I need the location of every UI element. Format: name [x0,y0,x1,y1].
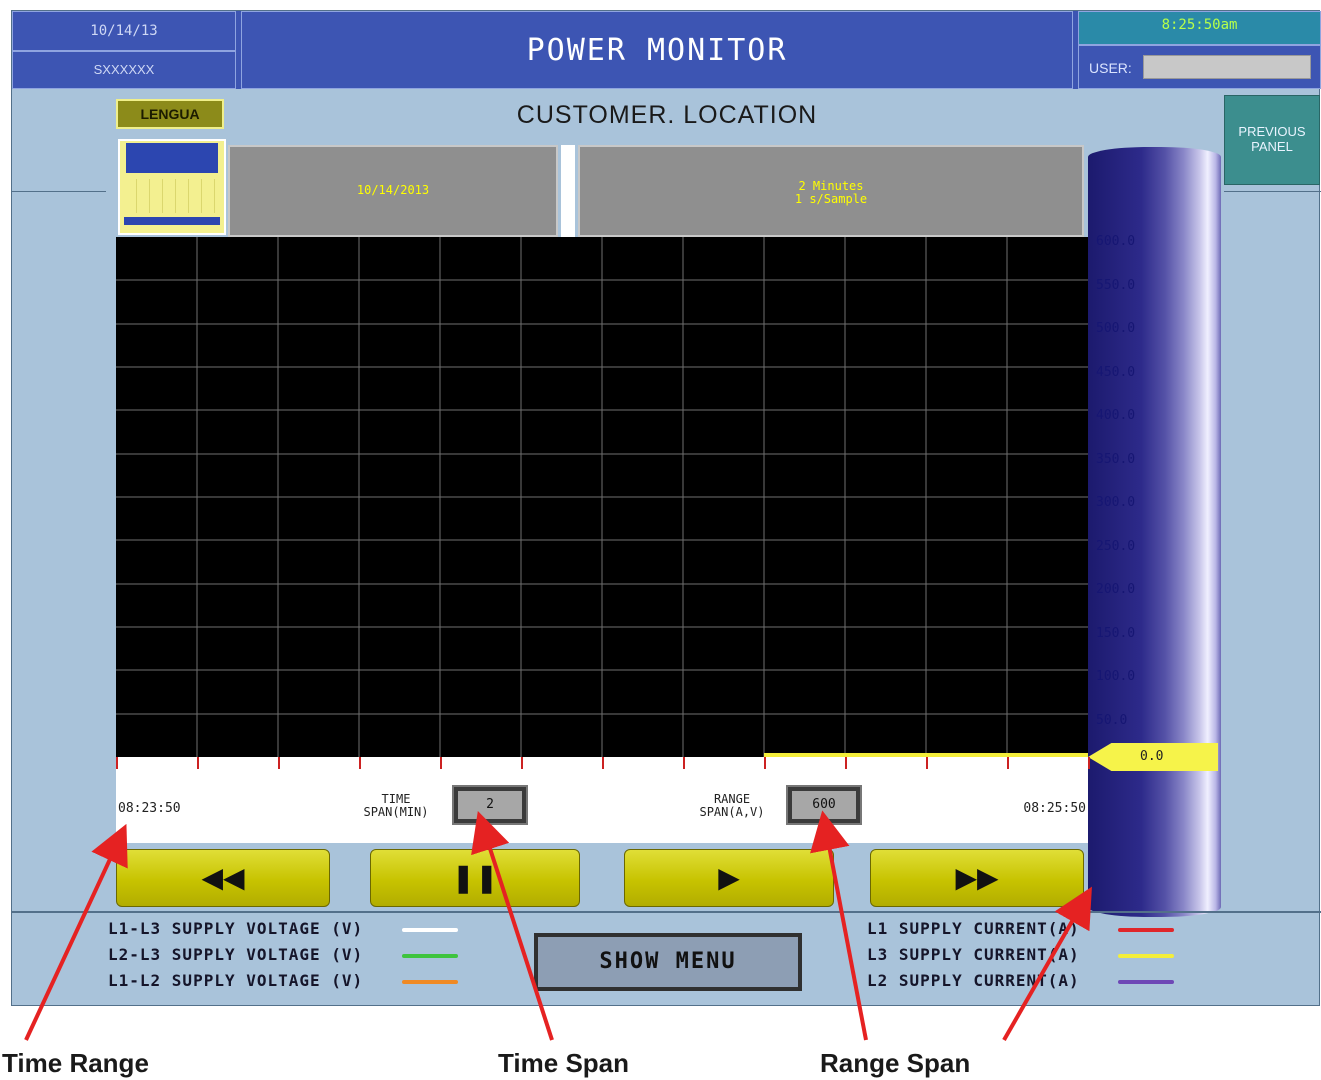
range-span-arrow [810,810,868,1041]
caption-time-span: Time Span [498,1048,630,1078]
time-range-arrow [24,823,128,1041]
annotation-arrows [24,810,1092,1041]
caption-time-range: Time Range [2,1048,149,1078]
caption-range-span: Range Span [820,1048,971,1078]
time-span-arrow [471,810,554,1041]
scale-arrow [1002,886,1092,1041]
